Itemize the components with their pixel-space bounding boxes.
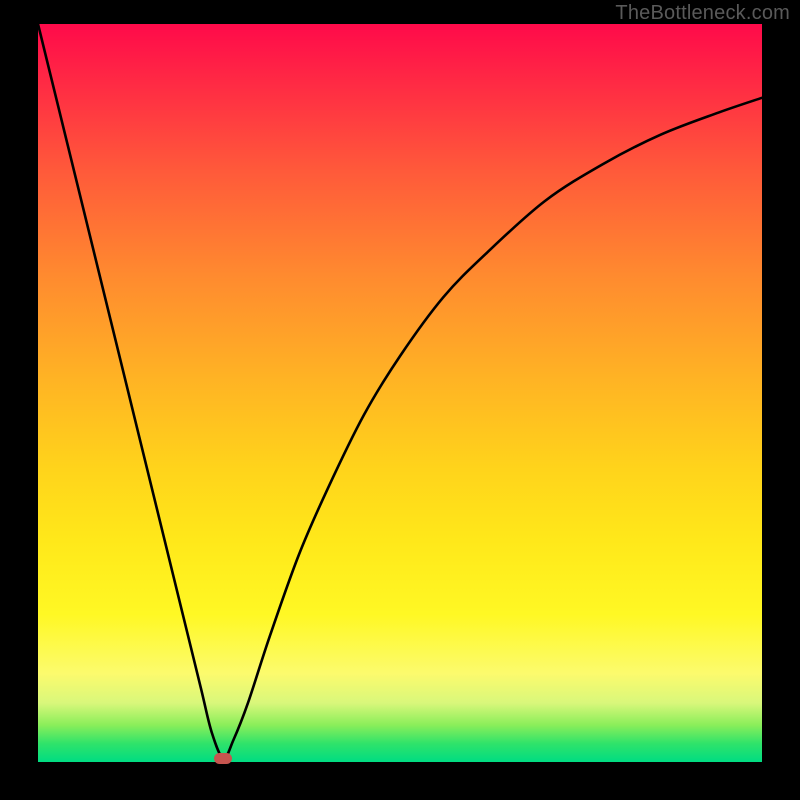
- optimal-point-marker: [214, 753, 232, 764]
- chart-frame: TheBottleneck.com: [0, 0, 800, 800]
- bottleneck-curve: [38, 24, 762, 762]
- plot-area: [38, 24, 762, 762]
- watermark-text: TheBottleneck.com: [615, 2, 790, 25]
